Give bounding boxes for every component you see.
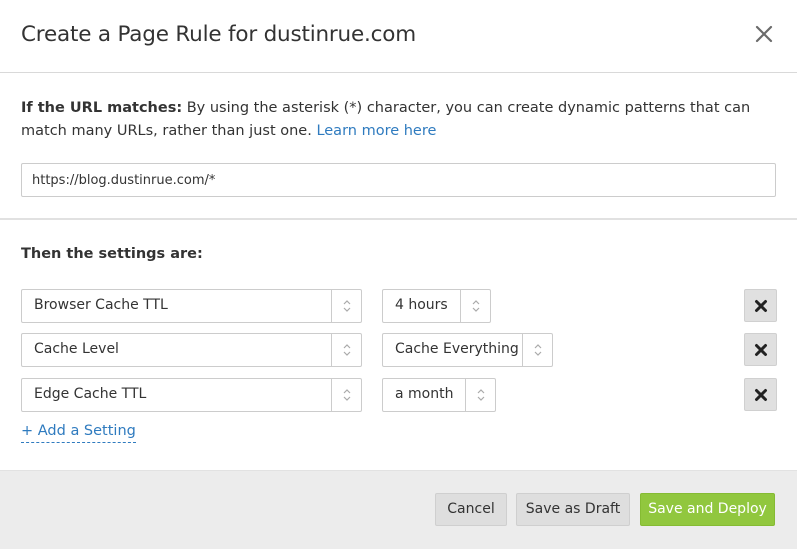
setting-select[interactable]: Browser Cache TTL	[21, 289, 362, 323]
select-arrows-icon	[460, 290, 490, 322]
remove-icon	[755, 300, 767, 312]
save-draft-button[interactable]: Save as Draft	[516, 493, 630, 526]
url-match-label: If the URL matches:	[21, 100, 183, 116]
setting-select-value: Edge Cache TTL	[34, 386, 147, 402]
remove-icon	[755, 389, 767, 401]
page-rule-dialog: Create a Page Rule for dustinrue.com If …	[0, 0, 797, 549]
close-icon[interactable]	[752, 22, 776, 46]
url-match-description: If the URL matches: By using the asteris…	[21, 97, 771, 143]
value-select[interactable]: 4 hours	[382, 289, 491, 323]
save-deploy-button[interactable]: Save and Deploy	[640, 493, 775, 526]
dialog-footer: Cancel Save as Draft Save and Deploy	[0, 470, 797, 549]
settings-heading: Then the settings are:	[21, 246, 203, 262]
setting-select-value: Browser Cache TTL	[34, 297, 168, 313]
learn-more-link[interactable]: Learn more here	[316, 123, 436, 139]
remove-icon	[755, 344, 767, 356]
url-pattern-input[interactable]	[21, 163, 776, 197]
url-match-section: If the URL matches: By using the asteris…	[0, 73, 797, 220]
setting-select[interactable]: Edge Cache TTL	[21, 378, 362, 412]
setting-row: Cache Level Cache Everything	[0, 333, 797, 367]
dialog-title: Create a Page Rule for dustinrue.com	[21, 22, 416, 47]
value-select-value: a month	[395, 386, 454, 402]
remove-setting-button[interactable]	[744, 289, 777, 322]
select-arrows-icon	[465, 379, 495, 411]
add-setting-link[interactable]: + Add a Setting	[21, 423, 136, 443]
cancel-button[interactable]: Cancel	[435, 493, 507, 526]
setting-row: Browser Cache TTL 4 hours	[0, 289, 797, 323]
select-arrows-icon	[331, 334, 361, 366]
value-select-value: 4 hours	[395, 297, 448, 313]
setting-select[interactable]: Cache Level	[21, 333, 362, 367]
dialog-header: Create a Page Rule for dustinrue.com	[0, 0, 797, 73]
setting-select-value: Cache Level	[34, 341, 119, 357]
setting-row: Edge Cache TTL a month	[0, 378, 797, 412]
value-select[interactable]: a month	[382, 378, 496, 412]
remove-setting-button[interactable]	[744, 378, 777, 411]
remove-setting-button[interactable]	[744, 333, 777, 366]
select-arrows-icon	[331, 379, 361, 411]
select-arrows-icon	[331, 290, 361, 322]
select-arrows-icon	[522, 334, 552, 366]
value-select[interactable]: Cache Everything	[382, 333, 553, 367]
value-select-value: Cache Everything	[395, 341, 519, 357]
